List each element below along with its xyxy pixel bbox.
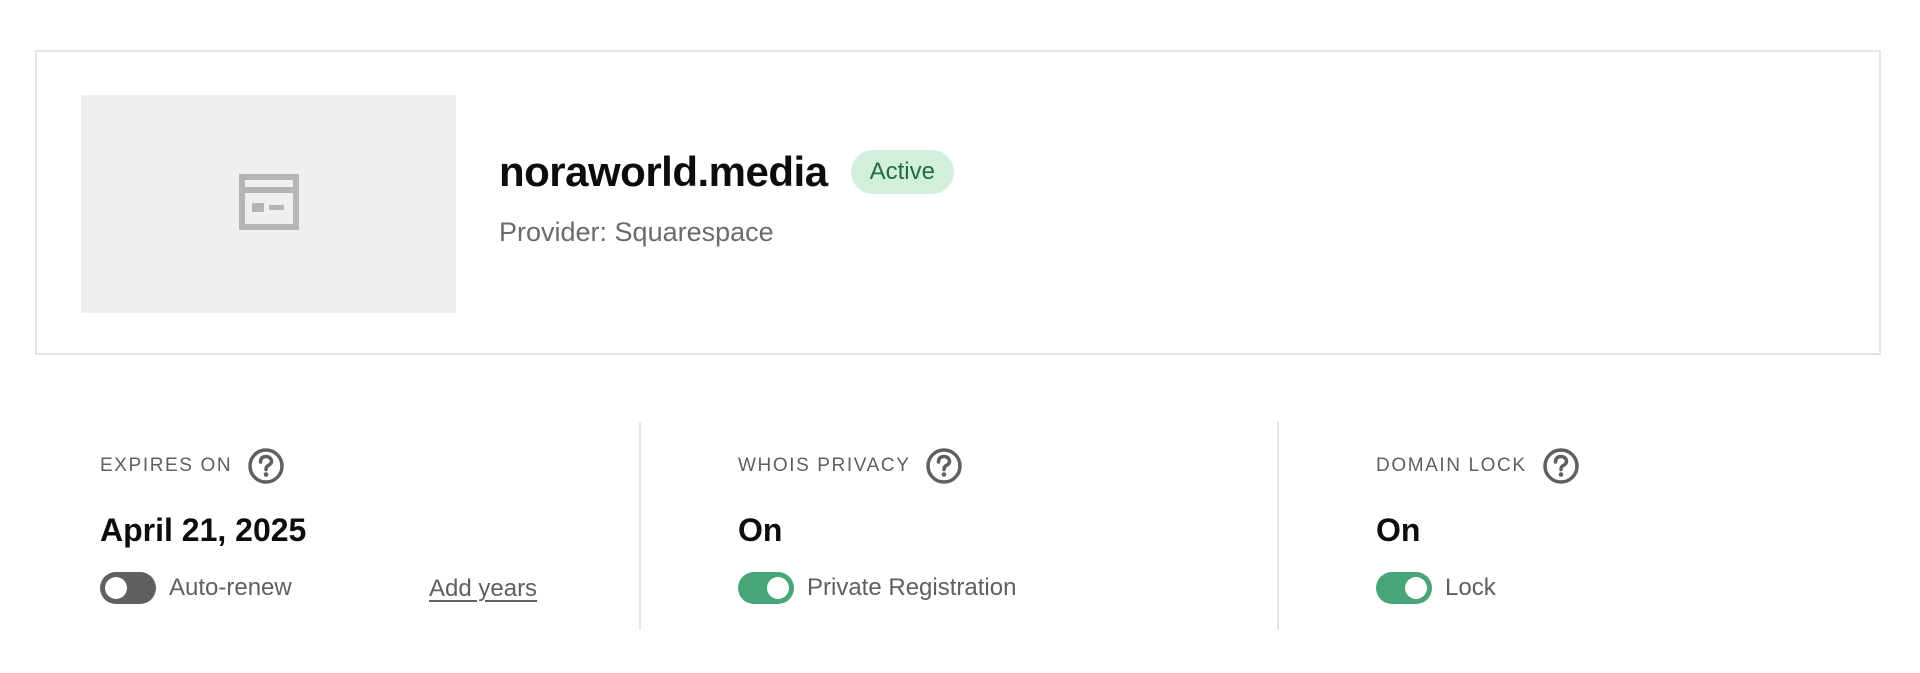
expires-section: EXPIRES ON April 21, 2025 Auto-renew Add… [100, 422, 540, 630]
website-placeholder-icon [238, 173, 299, 235]
domain-thumbnail [81, 95, 456, 313]
toggle-knob [105, 577, 127, 599]
question-circle-icon[interactable] [926, 448, 963, 484]
auto-renew-toggle[interactable] [100, 572, 156, 604]
domain-lock-label: DOMAIN LOCK [1376, 455, 1527, 476]
toggle-knob [1405, 577, 1427, 599]
domain-lock-value: On [1376, 512, 1421, 548]
add-years-link[interactable]: Add years [429, 575, 537, 603]
expiry-date: April 21, 2025 [100, 512, 307, 548]
domain-name: noraworld.media [499, 148, 828, 195]
domain-info: noraworld.media Active Provider: Squares… [499, 148, 954, 248]
provider-text: Provider: Squarespace [499, 217, 774, 247]
private-registration-toggle[interactable] [738, 572, 794, 604]
domain-lock-section: DOMAIN LOCK On Lock [1376, 422, 1816, 630]
domain-settings: EXPIRES ON April 21, 2025 Auto-renew Add… [0, 422, 1920, 630]
private-registration-label: Private Registration [807, 574, 1017, 601]
column-divider [639, 422, 641, 630]
status-badge: Active [850, 150, 954, 194]
question-circle-icon[interactable] [248, 448, 284, 484]
expires-label: EXPIRES ON [100, 455, 233, 476]
auto-renew-label: Auto-renew [169, 574, 292, 601]
lock-toggle[interactable] [1376, 572, 1432, 604]
whois-privacy-value: On [738, 512, 783, 548]
whois-privacy-label: WHOIS PRIVACY [738, 455, 911, 476]
whois-privacy-section: WHOIS PRIVACY On Private Registration [738, 422, 1178, 630]
lock-label: Lock [1445, 574, 1496, 601]
domain-card: noraworld.media Active Provider: Squares… [35, 50, 1881, 355]
toggle-knob [767, 577, 789, 599]
question-circle-icon[interactable] [1542, 448, 1579, 484]
column-divider [1277, 422, 1279, 630]
